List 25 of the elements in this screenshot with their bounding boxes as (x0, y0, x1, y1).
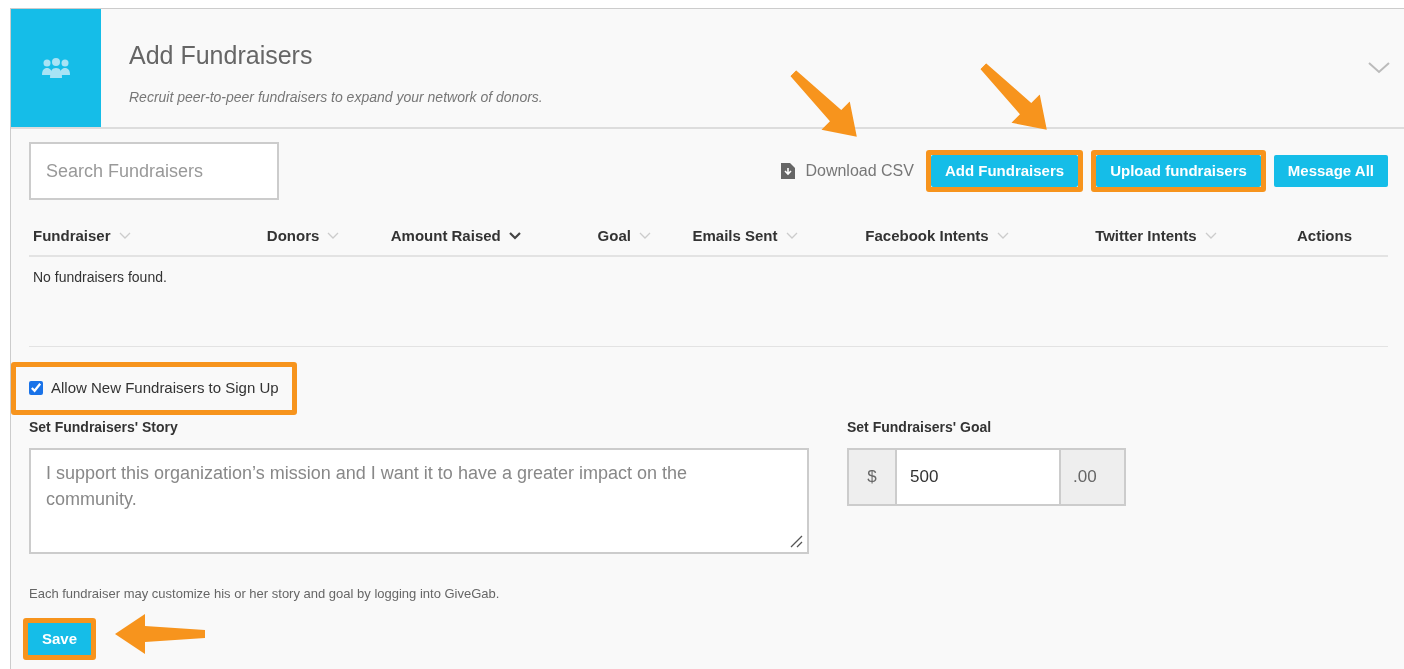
field-label: Set Fundraisers' Goal (847, 417, 993, 437)
file-download-icon (781, 163, 796, 179)
cents-addon: .00 (1059, 447, 1126, 506)
download-csv-link[interactable]: Download CSV (781, 159, 914, 183)
column-header[interactable]: Goal (597, 224, 631, 248)
people-group-icon (42, 57, 70, 79)
currency-addon: $ (847, 447, 897, 506)
column-header[interactable]: Actions (1297, 224, 1352, 248)
column-header[interactable]: Emails Sent (692, 224, 778, 248)
section-subtitle: Recruit peer-to-peer fundraisers to expand your network of donors. (129, 87, 544, 107)
signup-checkbox[interactable] (29, 381, 43, 396)
empty-message: No fundraisers found. (33, 268, 168, 287)
search-field[interactable]: Search Fundraisers (29, 142, 279, 200)
checkbox-label: Allow New Fundraisers to Sign Up (51, 378, 279, 398)
goal-input[interactable]: 500 (897, 447, 1059, 506)
column-header[interactable]: Facebook Intents (865, 224, 989, 248)
column-header[interactable]: Donors (266, 224, 320, 248)
field-label: Set Fundraisers' Story (29, 417, 179, 437)
column-header[interactable]: Twitter Intents (1095, 224, 1197, 248)
column-header[interactable]: Fundraiser (33, 224, 111, 248)
help-text: Each fundraiser may customize his or her story and goal by logging into GiveGab. (28, 584, 501, 603)
column-header[interactable]: Amount Raised (390, 224, 501, 248)
story-textarea[interactable]: I support this organization’s mission and I want it to have a greater impact on the community. (29, 447, 809, 554)
section-title: Add Fundraisers (129, 40, 314, 71)
resize-handle-icon (789, 533, 803, 548)
